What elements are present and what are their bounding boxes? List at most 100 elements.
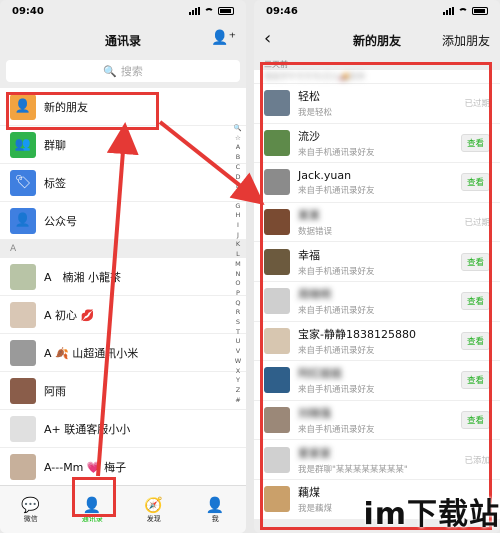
index-letter[interactable]: W	[235, 357, 241, 367]
friend-name: 某某	[298, 209, 320, 223]
friend-name: 幸福	[298, 248, 320, 262]
contact-name: A+ 联通客服小小	[44, 422, 131, 436]
index-letter[interactable]: Y	[236, 376, 240, 386]
nav-bar: 通讯录 👤⁺	[0, 22, 246, 58]
view-button[interactable]: 查看	[460, 331, 490, 350]
contact-name: A 🍂 山超通讯小米	[44, 346, 139, 360]
request-state: 已过期	[464, 218, 490, 229]
search-input[interactable]: 🔍 搜索	[6, 60, 240, 82]
shortcut-item[interactable]: 👤 新的朋友	[0, 88, 246, 126]
view-button[interactable]: 查看	[460, 133, 490, 152]
view-button[interactable]: 查看	[460, 173, 490, 192]
friend-request-row[interactable]: 某某 数据错误 已过期	[254, 202, 500, 243]
contact-name: A 初心 💋	[44, 308, 95, 322]
tab-compass[interactable]: 🧭 发现	[134, 496, 174, 524]
view-button[interactable]: 查看	[460, 371, 490, 390]
contact-name: 阿雨	[44, 384, 66, 398]
contact-row[interactable]: A 楠湘 小龍茶	[0, 258, 246, 296]
shortcut-list: 👤 新的朋友 👥 群聊 🏷 标签 👤 公众号	[0, 88, 246, 240]
friend-text: 宝家-静静1838125880 来自手机通讯录好友	[298, 326, 461, 356]
index-letter[interactable]: P	[236, 289, 240, 299]
index-letter[interactable]: O	[235, 279, 240, 289]
contact-row[interactable]: A 🍂 山超通讯小米	[0, 334, 246, 372]
index-letter[interactable]: Q	[235, 299, 240, 309]
friend-request-row[interactable]: 刘晓强 来自手机通讯录好友 查看	[254, 400, 500, 441]
index-letter[interactable]: Z	[236, 386, 240, 396]
index-letter[interactable]: A	[236, 143, 240, 153]
shortcut-item[interactable]: 👤 公众号	[0, 202, 246, 240]
friend-request-row[interactable]: 宝家-静静1838125880 来自手机通讯录好友 查看	[254, 321, 500, 362]
contacts-icon: 👤	[82, 495, 102, 514]
index-letter[interactable]: K	[236, 240, 240, 250]
avatar	[264, 288, 290, 315]
index-letter[interactable]: ☆	[235, 134, 241, 144]
index-letter[interactable]: 🔍	[234, 124, 242, 134]
shortcut-item[interactable]: 👥 群聊	[0, 126, 246, 164]
index-letter[interactable]: G	[235, 202, 240, 212]
friend-text: 爱家家 我是群聊"某某某某某某某某"	[298, 445, 464, 475]
shortcut-item[interactable]: 🏷 标签	[0, 164, 246, 202]
friend-subtitle: 来自手机通讯录好友	[298, 345, 375, 356]
friend-text: Jack.yuan 来自手机通讯录好友	[298, 169, 461, 196]
friend-request-row[interactable]: 流沙 来自手机通讯录好友 查看	[254, 123, 500, 164]
friend-request-row[interactable]: 周晓明 来自手机通讯录好友 查看	[254, 281, 500, 322]
index-letter[interactable]: E	[236, 182, 240, 192]
alphabet-index[interactable]: 🔍 ☆ A B C D E F G H I J K L M N O P Q R S T U V W X Y Z #	[234, 124, 242, 405]
index-letter[interactable]: L	[236, 250, 240, 260]
section-header: 三天前	[264, 59, 288, 69]
index-letter[interactable]: T	[236, 328, 240, 338]
add-friend-button[interactable]: 添加朋友	[442, 32, 490, 49]
contact-name: A 楠湘 小龍茶	[44, 270, 122, 284]
view-button[interactable]: 查看	[460, 411, 490, 430]
friend-request-row[interactable]: 阿红姐姐 来自手机通讯录好友 查看	[254, 361, 500, 401]
index-letter[interactable]: H	[236, 211, 241, 221]
view-button[interactable]: 查看	[460, 252, 490, 271]
contact-name: A---Mm 💗 梅子	[44, 460, 127, 474]
avatar	[264, 90, 290, 117]
avatar	[264, 169, 290, 196]
index-letter[interactable]: #	[235, 396, 240, 406]
person-plus-icon: 👤	[10, 93, 36, 120]
add-contact-icon[interactable]: 👤⁺	[211, 30, 236, 46]
avatar	[10, 377, 36, 404]
index-letter[interactable]: J	[237, 231, 239, 241]
contact-row[interactable]: 阿雨	[0, 372, 246, 410]
index-letter[interactable]: I	[237, 221, 239, 231]
tab-me[interactable]: 👤 我	[195, 496, 235, 524]
back-icon[interactable]: ‹	[264, 28, 271, 49]
friend-text: 幸福 来自手机通讯录好友	[298, 247, 461, 277]
friend-request-row[interactable]: 轻松 我是轻松 已过期	[254, 84, 500, 124]
index-letter[interactable]: B	[236, 153, 240, 163]
tab-contacts[interactable]: 👤 通讯录	[72, 496, 112, 524]
friend-text: 流沙 来自手机通讯录好友	[298, 128, 461, 158]
contact-row[interactable]: A 初心 💋	[0, 296, 246, 334]
index-letter[interactable]: R	[236, 308, 241, 318]
friend-name: 刘晓强	[298, 407, 331, 421]
index-letter[interactable]: V	[236, 347, 240, 357]
view-button[interactable]: 查看	[460, 292, 490, 311]
avatar	[10, 263, 36, 290]
index-letter[interactable]: N	[236, 270, 241, 280]
contact-row[interactable]: A+ 联通客服小小	[0, 410, 246, 448]
index-letter[interactable]: U	[236, 337, 241, 347]
friend-request-row[interactable]: 爱家家 我是群聊"某某某某某某某某" 已添加	[254, 440, 500, 480]
index-letter[interactable]: D	[235, 173, 240, 183]
index-letter[interactable]: S	[236, 318, 240, 328]
friend-request-row[interactable]: Jack.yuan 来自手机通讯录好友 查看	[254, 163, 500, 203]
index-letter[interactable]: F	[236, 192, 240, 202]
tab-chat[interactable]: 💬 微信	[11, 496, 51, 524]
friend-request-list: 轻松 我是轻松 已过期 流沙 来自手机通讯录好友 查看 Jack.yuan 来自…	[254, 84, 500, 520]
chat-icon: 💬	[21, 495, 41, 514]
friend-request-row[interactable]: 幸福 来自手机通讯录好友 查看	[254, 242, 500, 282]
cut-off-text: 我是手牛号号号(已以🚚取单	[264, 72, 366, 81]
friend-subtitle: 来自手机通讯录好友	[298, 266, 375, 277]
avatar	[264, 446, 290, 473]
index-letter[interactable]: M	[235, 260, 241, 270]
search-placeholder: 搜索	[120, 65, 143, 78]
index-letter[interactable]: X	[236, 367, 240, 377]
tab-label: 微信	[23, 514, 38, 523]
contact-row[interactable]: A---Mm 💗 梅子	[0, 448, 246, 486]
index-letter[interactable]: C	[236, 163, 241, 173]
friend-subtitle: 来自手机通讯录好友	[298, 385, 375, 396]
battery-icon	[218, 7, 234, 15]
